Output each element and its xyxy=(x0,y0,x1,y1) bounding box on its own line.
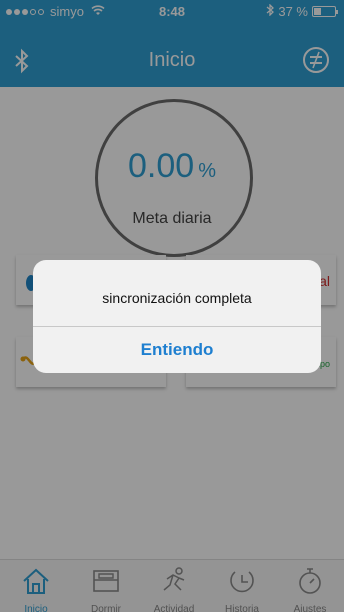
alert-message: sincronización completa xyxy=(102,290,252,306)
alert-confirm-button[interactable]: Entiendo xyxy=(33,327,321,373)
alert-dialog: sincronización completa Entiendo xyxy=(33,260,321,373)
